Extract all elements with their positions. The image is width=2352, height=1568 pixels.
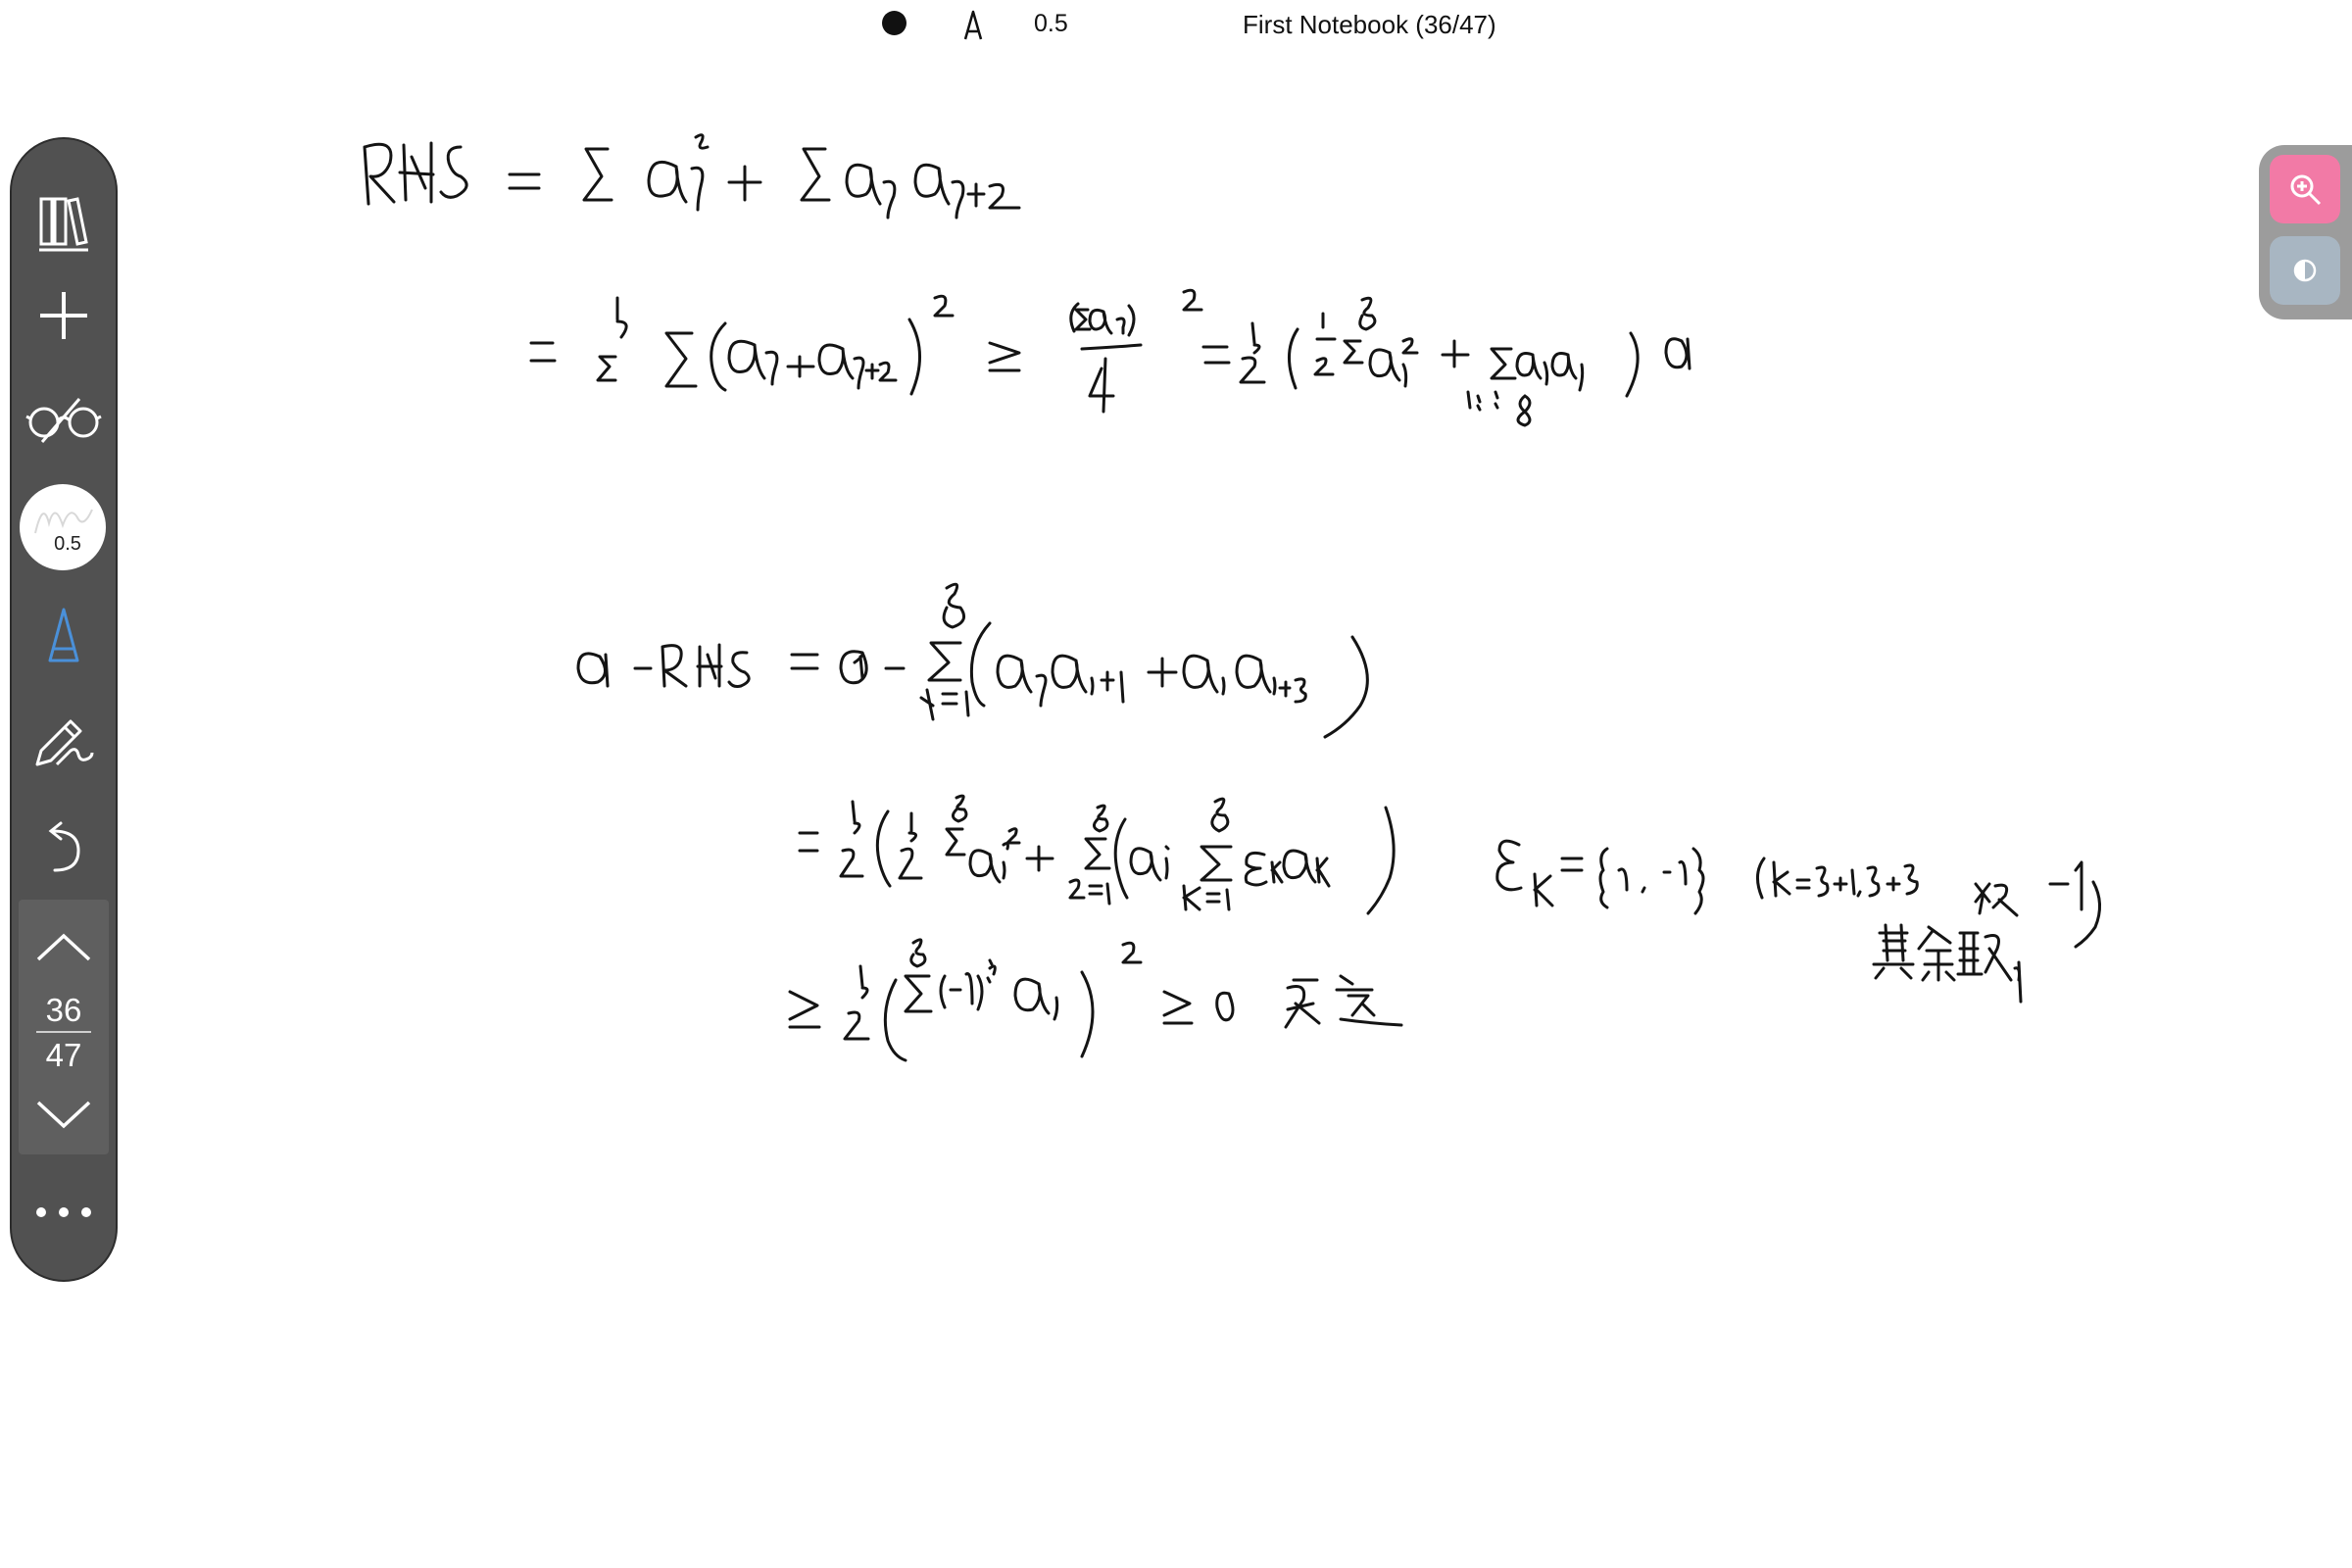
handwriting-canvas[interactable] [0, 0, 2352, 1568]
ink-line-1 [363, 133, 1021, 220]
pen-size-label: 0.5 [1034, 10, 1068, 37]
ink-line-4 [798, 794, 1396, 915]
undo-icon [48, 821, 80, 872]
pen-tip-icon [48, 608, 79, 662]
contrast-icon [2293, 259, 2317, 282]
pencil-tool-button[interactable] [12, 696, 116, 786]
total-pages: 47 [45, 1037, 82, 1073]
library-button[interactable] [12, 176, 116, 267]
contrast-button[interactable] [2270, 236, 2340, 305]
left-toolbar: 0.5 36 47 [10, 137, 118, 1282]
page-up-icon [36, 933, 91, 961]
ink-line-2 [529, 288, 1691, 427]
undo-button[interactable] [12, 802, 116, 892]
more-icon [36, 1207, 91, 1217]
read-mode-button[interactable] [12, 374, 116, 465]
notebook-title: First Notebook (36/47) [1243, 10, 1496, 39]
page-down-button[interactable] [19, 1086, 109, 1145]
pen-preview-size: 0.5 [54, 533, 81, 555]
page-navigator: 36 47 [19, 900, 109, 1154]
library-icon [39, 197, 88, 252]
top-status-bar: 0.5 First Notebook (36/47) [0, 0, 2352, 47]
ink-line-5 [788, 938, 1403, 1062]
pen-tool-button[interactable] [12, 590, 116, 680]
right-panel [2259, 145, 2352, 319]
pen-type-icon[interactable] [962, 8, 984, 41]
zoom-in-icon [2290, 174, 2322, 206]
add-page-button[interactable] [12, 270, 116, 361]
current-page: 36 [45, 992, 82, 1028]
add-icon [40, 292, 87, 339]
pencil-icon [35, 719, 94, 766]
page-up-button[interactable] [19, 917, 109, 976]
glasses-icon [25, 398, 102, 443]
zoom-button[interactable] [2270, 155, 2340, 223]
page-divider [36, 1031, 91, 1033]
ink-epsilon-note [1495, 839, 2101, 949]
ink-line-3 [576, 582, 1369, 739]
pen-preview[interactable]: 0.5 [20, 484, 106, 570]
pen-color-indicator[interactable] [882, 11, 906, 35]
more-button[interactable] [12, 1178, 116, 1247]
ink-note-chinese [1872, 923, 2023, 1004]
page-down-icon [36, 1101, 91, 1129]
